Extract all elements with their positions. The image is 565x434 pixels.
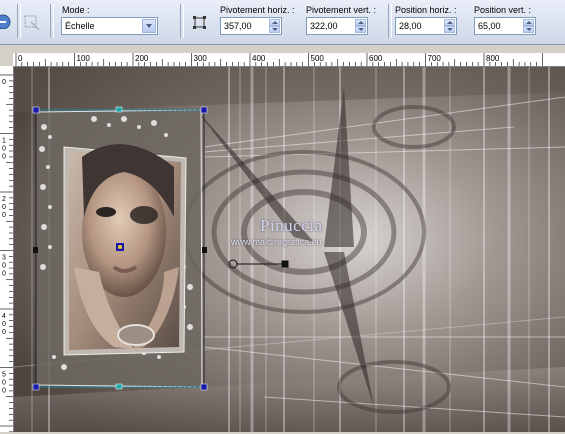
- ruler-label: 0: [2, 263, 6, 270]
- edge-handle: [115, 106, 123, 113]
- ruler-label: 0: [2, 321, 6, 328]
- pivot-horizontal-label: Pivotement horiz. :: [220, 5, 295, 15]
- corner-handle: [32, 383, 40, 391]
- spin-up-button[interactable]: [444, 19, 455, 26]
- position-vertical-label: Position vert. :: [474, 5, 532, 15]
- toolbar-separator: [17, 4, 21, 38]
- mode-select[interactable]: Échelle: [61, 17, 158, 35]
- vertical-ruler[interactable]: 0100200300400500: [0, 66, 14, 433]
- pivot-vertical-input[interactable]: 322,00: [306, 17, 368, 35]
- ruler-label: 0: [2, 204, 6, 211]
- horizontal-ruler[interactable]: 0 100 200 300 400 500 600 700 800: [13, 53, 565, 67]
- spin-up-button[interactable]: [269, 19, 280, 26]
- spin-down-button[interactable]: [444, 26, 455, 33]
- ruler-label: 2: [2, 196, 6, 203]
- spin-down-button[interactable]: [523, 26, 534, 33]
- spin-up-button[interactable]: [523, 19, 534, 26]
- pick-tool-icon[interactable]: [0, 13, 16, 29]
- pivot-target-icon[interactable]: [192, 15, 208, 31]
- ruler-label: 500: [311, 54, 325, 63]
- ruler-label: 5: [2, 372, 6, 379]
- position-horizontal-value: 28,00: [399, 21, 422, 31]
- position-vertical-value: 65,00: [478, 21, 501, 31]
- spin-up-button[interactable]: [355, 19, 366, 26]
- spin-down-button[interactable]: [269, 26, 280, 33]
- corner-handle: [200, 106, 208, 114]
- mode-label: Mode :: [62, 5, 90, 15]
- ruler-label: 0: [2, 329, 6, 336]
- ruler-label: 0: [18, 54, 23, 63]
- image-canvas[interactable]: Pinuccia www.maidiregrafica.eu: [14, 67, 565, 432]
- watermark-url: www.maidiregrafica.eu: [231, 237, 322, 247]
- ruler-label: 0: [2, 271, 6, 278]
- toolbar-separator: [180, 4, 184, 38]
- pivot-point: [116, 243, 124, 251]
- ruler-label: 100: [77, 54, 91, 63]
- watermark-title: Pinuccia: [260, 216, 323, 235]
- ruler-label: 700: [428, 54, 442, 63]
- ruler-label: 600: [369, 54, 383, 63]
- ruler-label: 1: [2, 138, 6, 145]
- ruler-label: 0: [2, 79, 6, 86]
- edge-handle: [115, 383, 123, 390]
- ruler-label: 0: [2, 388, 6, 395]
- corner-handle: [32, 106, 40, 114]
- toolbar-separator: [50, 4, 54, 38]
- position-horizontal-input[interactable]: 28,00: [395, 17, 457, 35]
- corner-handle: [200, 383, 208, 391]
- chevron-down-icon[interactable]: [142, 19, 156, 33]
- mode-select-value: Échelle: [65, 21, 95, 31]
- ruler-label: 3: [2, 255, 6, 262]
- background-artwork: [14, 67, 565, 432]
- pivot-vertical-label: Pivotement vert. :: [306, 5, 377, 15]
- ruler-label: 0: [2, 380, 6, 387]
- pivot-vertical-value: 322,00: [310, 21, 338, 31]
- pivot-horizontal-value: 357,00: [224, 21, 252, 31]
- ruler-label: 800: [486, 54, 500, 63]
- ruler-label: 400: [252, 54, 266, 63]
- position-horizontal-label: Position horiz. :: [395, 5, 457, 15]
- position-vertical-input[interactable]: 65,00: [474, 17, 536, 35]
- tool-options-bar: Mode : Échelle Pivotement horiz. : 357,0…: [0, 0, 565, 45]
- pivot-horizontal-input[interactable]: 357,00: [220, 17, 282, 35]
- vertical-ruler-ticks: 0100200300400500: [0, 74, 13, 433]
- ruler-label: 4: [2, 313, 6, 320]
- horizontal-ruler-ticks: 0 100 200 300 400 500 600 700 800: [15, 53, 543, 66]
- toolbar-separator: [388, 4, 392, 38]
- ruler-label: 300: [194, 54, 208, 63]
- spin-down-button[interactable]: [355, 26, 366, 33]
- ruler-label: 0: [2, 212, 6, 219]
- ruler-label: 0: [2, 146, 6, 153]
- ruler-corner: [0, 53, 13, 66]
- ruler-label: 200: [135, 54, 149, 63]
- scale-mode-icon[interactable]: [23, 14, 39, 30]
- ruler-label: 0: [2, 154, 6, 161]
